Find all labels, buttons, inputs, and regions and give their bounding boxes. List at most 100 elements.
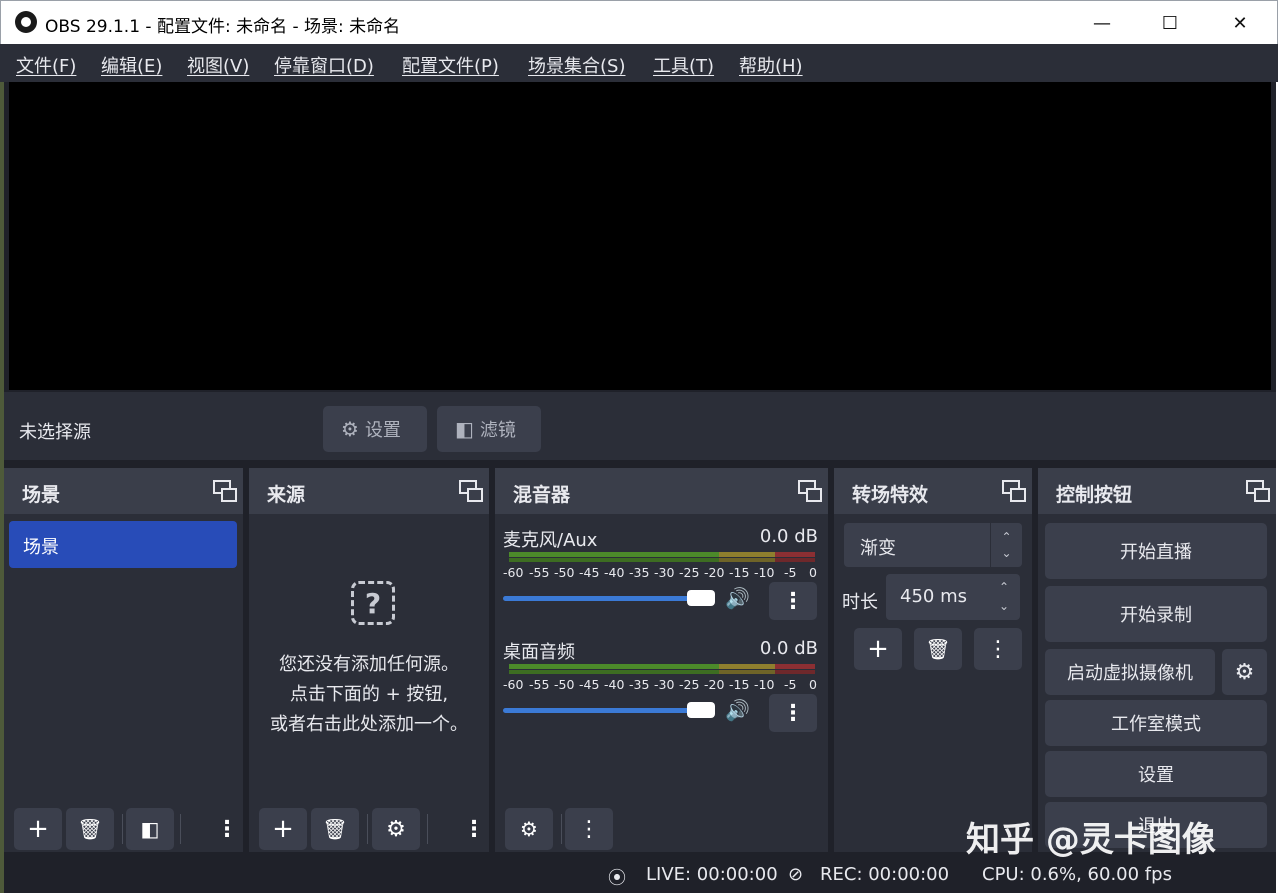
advanced-audio-button[interactable]: ⚙ (505, 808, 553, 850)
gears-icon: ⚙ (520, 817, 538, 841)
gear-icon: ⚙ (1234, 659, 1255, 685)
tick-label: -10 (754, 677, 775, 692)
trash-icon: 🗑 (322, 817, 348, 841)
mixer-channel-name: 桌面音频 (503, 642, 575, 663)
volume-slider[interactable] (503, 702, 715, 718)
filter-icon: ◧ (455, 417, 474, 441)
sources-title: 来源 (267, 484, 306, 506)
volume-track (503, 708, 693, 713)
tick-label: -25 (679, 565, 700, 580)
start-record-button[interactable]: 开始录制 (1045, 586, 1267, 642)
mixer-channel-menu-button[interactable]: ⋮ (769, 582, 817, 620)
trash-icon: 🗑 (925, 637, 951, 661)
speaker-icon[interactable]: 🔊 (725, 698, 751, 722)
tick-label: 0 (809, 565, 817, 580)
menu-edit[interactable]: 编辑(E) (101, 52, 162, 78)
remove-scene-button[interactable]: 🗑 (66, 808, 114, 850)
chevron-updown-icon[interactable]: ⌃ ⌄ (990, 523, 1022, 567)
scene-filters-button[interactable]: ◧ (126, 808, 174, 850)
volume-track (503, 596, 693, 601)
add-scene-button[interactable]: + (14, 808, 62, 850)
tick-label: -15 (729, 677, 750, 692)
tick-label: -5 (784, 565, 797, 580)
undock-icon[interactable] (1246, 480, 1270, 502)
mixer-toolbar: ⚙ ⋮ (495, 808, 828, 852)
tick-label: -60 (503, 565, 524, 580)
menu-bar: 文件(F) 编辑(E) 视图(V) 停靠窗口(D) 配置文件(P) 场景集合(S… (0, 44, 1278, 82)
menu-profile[interactable]: 配置文件(P) (402, 52, 499, 78)
rec-icon: ⊘ (788, 864, 804, 885)
meter-ticks: -60 -55 -50 -45 -40 -35 -30 -25 -20 -15 … (503, 565, 821, 581)
scenes-title: 场景 (22, 484, 61, 506)
sources-more-button[interactable]: ⋮ (463, 808, 485, 850)
virtualcam-settings-button[interactable]: ⚙ (1222, 649, 1267, 695)
scenes-more-button[interactable]: ⋮ (216, 808, 238, 850)
rec-status: REC: 00:00:00 (820, 864, 950, 885)
maximize-button[interactable]: ☐ (1135, 1, 1205, 45)
start-stream-button[interactable]: 开始直播 (1045, 523, 1267, 579)
remove-source-button[interactable]: 🗑 (311, 808, 359, 850)
tick-label: -55 (529, 565, 550, 580)
menu-scene-collection[interactable]: 场景集合(S) (528, 52, 625, 78)
scene-list-item[interactable]: 场景 (9, 521, 237, 568)
transitions-dock: 转场特效 渐变 ⌃ ⌄ 时长 450 ms ⌃ ⌄ + 🗑 ⋮ (834, 468, 1032, 852)
duration-label: 时长 (842, 592, 878, 613)
tick-label: -40 (604, 677, 625, 692)
studio-mode-button[interactable]: 工作室模式 (1045, 700, 1267, 746)
undock-icon[interactable] (1002, 480, 1026, 502)
add-source-button[interactable]: + (259, 808, 307, 850)
mixer-channel-menu-button[interactable]: ⋮ (769, 694, 817, 732)
mixer-channel-db: 0.0 dB (759, 526, 818, 547)
source-filters-button[interactable]: ◧ 滤镜 (437, 406, 541, 452)
filter-icon: ◧ (140, 817, 160, 841)
volume-slider[interactable] (503, 590, 715, 606)
tick-label: -15 (729, 565, 750, 580)
undock-icon[interactable] (213, 480, 237, 502)
menu-help[interactable]: 帮助(H) (739, 52, 803, 78)
controls-dock: 控制按钮 开始直播 开始录制 启动虚拟摄像机 ⚙ 工作室模式 设置 退出 (1038, 468, 1276, 852)
scenes-header: 场景 (4, 468, 243, 514)
transitions-header: 转场特效 (834, 468, 1032, 514)
divider (122, 814, 123, 844)
menu-file[interactable]: 文件(F) (16, 52, 76, 78)
transition-more-button[interactable]: ⋮ (974, 628, 1022, 670)
close-button[interactable]: ✕ (1205, 1, 1275, 45)
volume-knob[interactable] (687, 702, 715, 718)
scenes-dock: 场景 场景 + 🗑 ◧ ⋮ (4, 468, 243, 852)
settings-button[interactable]: 设置 (1045, 751, 1267, 797)
tick-label: -50 (554, 677, 575, 692)
tick-label: -40 (604, 565, 625, 580)
sources-empty-line-2: 点击下面的 + 按钮, (289, 684, 449, 705)
minimize-button[interactable]: — (1067, 1, 1137, 45)
source-properties-button[interactable]: ⚙ (372, 808, 420, 850)
sources-header: 来源 (249, 468, 489, 514)
start-virtualcam-button[interactable]: 启动虚拟摄像机 (1045, 649, 1215, 695)
gear-icon: ⚙ (386, 816, 406, 842)
undock-icon[interactable] (459, 480, 483, 502)
volume-knob[interactable] (687, 590, 715, 606)
speaker-icon[interactable]: 🔊 (725, 586, 751, 610)
tick-label: -30 (654, 565, 675, 580)
tick-label: -5 (784, 677, 797, 692)
obs-logo-icon (15, 11, 37, 33)
remove-transition-button[interactable]: 🗑 (914, 628, 962, 670)
add-transition-button[interactable]: + (854, 628, 902, 670)
meter-ticks: -60 -55 -50 -45 -40 -35 -30 -25 -20 -15 … (503, 677, 821, 693)
tick-label: -35 (629, 565, 650, 580)
menu-docks[interactable]: 停靠窗口(D) (274, 52, 374, 78)
tick-label: -20 (704, 565, 725, 580)
spinner-arrows-icon[interactable]: ⌃ ⌄ (992, 578, 1016, 616)
cpu-status: CPU: 0.6%, 60.00 fps (982, 864, 1172, 885)
tick-label: -10 (754, 565, 775, 580)
preview-canvas[interactable] (9, 82, 1271, 390)
sources-toolbar: + 🗑 ⚙ ⋮ (249, 808, 489, 852)
divider (427, 814, 428, 844)
mixer-more-button[interactable]: ⋮ (565, 808, 613, 850)
menu-tools[interactable]: 工具(T) (653, 52, 714, 78)
controls-header: 控制按钮 (1038, 468, 1276, 514)
volume-meter (509, 552, 815, 562)
source-filters-label: 滤镜 (479, 420, 516, 441)
undock-icon[interactable] (798, 480, 822, 502)
menu-view[interactable]: 视图(V) (187, 52, 249, 78)
source-settings-button[interactable]: ⚙ 设置 (323, 406, 427, 452)
